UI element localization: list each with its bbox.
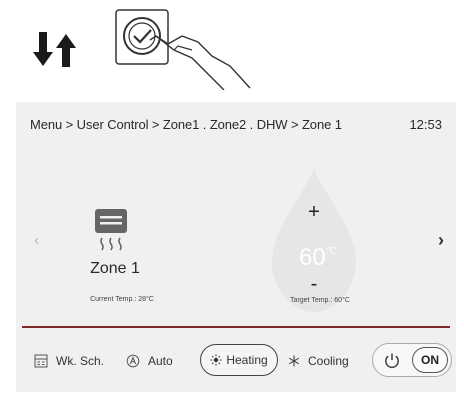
- prev-zone-button[interactable]: ‹: [34, 232, 39, 250]
- snowflake-icon: [288, 355, 300, 367]
- down-up-arrows-icon: [33, 32, 76, 67]
- hand-pressing-button-icon: [115, 9, 251, 90]
- mode-toolbar: Wk. Sch. Auto Heating Cooling ON: [16, 328, 456, 392]
- radiator-heating-icon: [95, 209, 127, 251]
- auto-mode-label: Auto: [148, 354, 173, 368]
- auto-mode-icon: [126, 354, 140, 368]
- decrease-temp-button[interactable]: -: [302, 274, 326, 294]
- target-temp-number: 60: [299, 244, 326, 271]
- on-button[interactable]: ON: [412, 347, 448, 373]
- clock: 12:53: [409, 117, 442, 132]
- increase-temp-button[interactable]: +: [302, 202, 326, 222]
- weekly-schedule-label: Wk. Sch.: [56, 354, 105, 368]
- zone-name: Zone 1: [90, 260, 140, 277]
- heating-mode-button[interactable]: Heating: [200, 344, 278, 376]
- current-temp-label: Current Temp.: 28°C: [90, 296, 154, 303]
- target-temp-unit: °C: [325, 246, 337, 257]
- calendar-icon: [34, 354, 48, 368]
- target-temp-label: Target Temp.: 60°C: [290, 297, 350, 304]
- cooling-mode-label: Cooling: [308, 354, 349, 368]
- weekly-schedule-button[interactable]: Wk. Sch.: [34, 348, 104, 374]
- zone-control-panel: Menu > User Control > Zone1 . Zone2 . DH…: [16, 102, 456, 392]
- sun-icon: [210, 354, 222, 366]
- power-icon[interactable]: [382, 351, 402, 371]
- top-bar: Menu > User Control > Zone1 . Zone2 . DH…: [16, 102, 456, 148]
- target-temp-value: 60°C: [288, 244, 348, 272]
- next-zone-button[interactable]: ›: [438, 230, 444, 251]
- power-toggle-group: ON: [372, 343, 452, 377]
- auto-mode-button[interactable]: Auto: [126, 348, 173, 374]
- zone-main-area: ‹ › Zone 1 Current Temp.: 28°C + 60°C - …: [16, 148, 456, 324]
- heating-mode-label: Heating: [226, 353, 268, 367]
- breadcrumb[interactable]: Menu > User Control > Zone1 . Zone2 . DH…: [30, 117, 342, 132]
- cooling-mode-button[interactable]: Cooling: [288, 348, 349, 374]
